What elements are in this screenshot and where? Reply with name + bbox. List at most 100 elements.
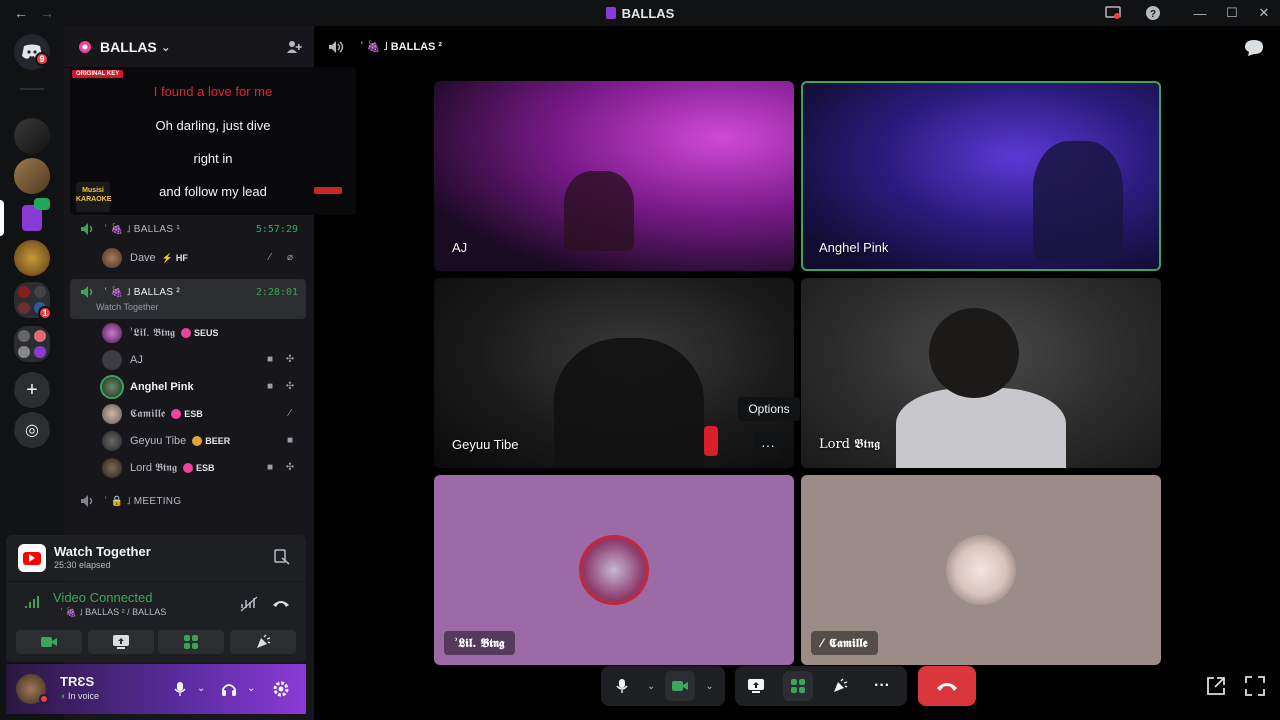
more-options-button[interactable]: ··· <box>867 671 897 701</box>
video-tile[interactable]: AJ <box>434 81 794 271</box>
inbox-icon[interactable] <box>1104 4 1122 22</box>
soundboard-button[interactable] <box>825 671 855 701</box>
server-icon[interactable] <box>14 158 50 194</box>
voice-member[interactable]: Dave ⚡ HF ⁄ ⌀ <box>102 247 302 269</box>
disconnect-icon[interactable] <box>272 598 290 608</box>
avatar-speaking <box>102 377 122 397</box>
member-name: Geyuu Tibe <box>130 435 187 447</box>
share-screen-button[interactable] <box>741 671 771 701</box>
channel-activity: Watch Together <box>96 302 159 312</box>
forward-button[interactable]: → <box>40 5 54 21</box>
subscribe-icon <box>314 187 342 194</box>
voice-member[interactable]: Lord 𝕭𝖙𝖓𝖌 ESB ■ ✣ <box>102 457 302 479</box>
voice-member[interactable]: AJ ■ ✣ <box>102 349 302 371</box>
participant-name: Geyuu Tibe <box>452 437 519 452</box>
explore-button[interactable]: ◎ <box>14 412 50 448</box>
member-name: AJ <box>130 354 143 366</box>
channel-timer: 5:57:29 <box>255 224 298 235</box>
microphone-icon[interactable] <box>174 681 186 697</box>
title-bar: ← → BALLAS ? — ☐ ✕ <box>0 0 1280 26</box>
chevron-down-icon[interactable]: ⌄ <box>647 681 655 692</box>
participant-label: ⁄ 𝕮𝖆𝖒𝖎𝖑𝖑𝖊 <box>811 631 878 655</box>
options-tooltip: Options <box>738 397 800 421</box>
activity-panel[interactable]: Watch Together 25:30 elapsed <box>6 535 306 581</box>
chat-bubble-icon[interactable] <box>1244 39 1264 57</box>
svg-text:?: ? <box>1150 9 1156 20</box>
participant-silhouette <box>896 388 1066 468</box>
fullscreen-icon[interactable] <box>1244 675 1266 697</box>
voice-channel-path[interactable]: ʿ 🍇 ˩ BALLAS ² / BALLAS <box>60 607 166 618</box>
popout-activity-icon[interactable] <box>274 549 290 565</box>
add-server-button[interactable]: + <box>14 372 50 408</box>
lyric-line: Oh darling, just dive <box>155 118 271 133</box>
activity-icon: ✣ <box>285 462 295 473</box>
server-icon[interactable] <box>14 118 50 154</box>
chevron-down-icon[interactable]: ⌄ <box>705 681 713 692</box>
home-badge: 9 <box>35 52 49 66</box>
chevron-down-icon[interactable]: ⌄ <box>247 683 255 694</box>
invite-people-icon[interactable] <box>286 39 302 55</box>
popout-icon[interactable] <box>1205 675 1227 697</box>
chevron-down-icon[interactable]: ⌄ <box>197 683 205 694</box>
guild-name: BALLAS <box>100 38 157 55</box>
voice-member[interactable]: 𝕮𝖆𝖒𝖎𝖑𝖑𝖊 ESB ⁄ <box>102 403 302 425</box>
member-tag: ESB <box>182 463 214 473</box>
camera-button[interactable] <box>665 671 696 701</box>
activity-elapsed: 25:30 elapsed <box>54 560 111 570</box>
window-title-text: BALLAS <box>621 6 675 21</box>
participant-name: Anghel Pink <box>819 240 889 255</box>
voice-member[interactable]: ʾ𝕷𝖎𝖑. 𝕭𝖙𝖓𝖌 SEUS <box>102 322 302 344</box>
participant-name: ʾ𝕷𝖎𝖑. 𝕭𝖙𝖓𝖌 <box>444 631 515 655</box>
share-screen-button[interactable] <box>88 630 154 654</box>
lyric-line-current: I found a love for me <box>153 84 273 99</box>
gear-icon[interactable] <box>272 680 290 698</box>
guild-header[interactable]: BALLAS ⌄ <box>64 26 314 68</box>
avatar-tile[interactable]: ʾ𝕷𝖎𝖑. 𝕭𝖙𝖓𝖌 <box>434 475 794 665</box>
activities-button[interactable] <box>783 671 813 701</box>
soundboard-button[interactable] <box>230 630 296 654</box>
noise-suppression-icon[interactable] <box>240 596 258 612</box>
video-tile[interactable]: Geyuu Tibe <box>434 278 794 468</box>
avatar-tile[interactable]: ⁄ 𝕮𝖆𝖒𝖎𝖑𝖑𝖊 <box>801 475 1161 665</box>
member-name: Lord 𝕭𝖙𝖓𝖌 <box>130 461 177 474</box>
camera-toggle-button[interactable] <box>16 630 82 654</box>
voice-member[interactable]: Anghel Pink ■ ✣ <box>102 376 302 398</box>
channel-name: ʿ 🍇 ˩ BALLAS ¹ <box>104 223 181 235</box>
voice-member[interactable]: Geyuu Tibe BEER ■ <box>102 430 302 452</box>
member-tag: SEUS <box>181 328 219 338</box>
close-button[interactable]: ✕ <box>1248 0 1280 26</box>
server-icon-prestige[interactable] <box>14 240 50 276</box>
mute-button[interactable] <box>607 671 637 701</box>
video-icon: ■ <box>266 354 274 365</box>
member-name: ʾ𝕷𝖎𝖑. 𝕭𝖙𝖓𝖌 <box>130 326 175 339</box>
maximize-button[interactable]: ☐ <box>1216 0 1248 26</box>
headphones-icon[interactable] <box>221 681 237 697</box>
disconnect-button[interactable] <box>918 666 976 706</box>
member-tag: ESB <box>171 409 203 419</box>
voice-connection-panel: Video Connected ʿ 🍇 ˩ BALLAS ² / BALLAS <box>6 582 306 662</box>
video-tile-speaking[interactable]: Anghel Pink <box>801 81 1161 271</box>
activity-title: Watch Together <box>54 544 151 559</box>
mic-muted-icon: ⁄ <box>289 408 291 419</box>
participant-avatar <box>579 535 649 605</box>
voice-channel-active[interactable]: ʿ 🍇 ˩ BALLAS ² 2:28:01 Watch Together <box>70 279 306 319</box>
activities-button[interactable] <box>158 630 224 654</box>
voice-channel[interactable]: ʿ 🔒 ˩ MEETING <box>70 488 306 528</box>
avatar <box>102 458 122 478</box>
phone-hangup-icon <box>937 683 957 691</box>
server-folder[interactable] <box>14 326 50 362</box>
channel-timer: 2:28:01 <box>255 287 298 298</box>
server-badge: 1 <box>38 306 52 320</box>
member-name: Dave <box>130 252 156 264</box>
member-tag: ⚡ HF <box>161 252 188 264</box>
minimize-button[interactable]: — <box>1184 0 1216 26</box>
tile-options-button[interactable]: ··· <box>754 432 782 458</box>
voice-status[interactable]: Video Connected <box>53 590 153 605</box>
video-icon: ■ <box>266 462 274 473</box>
video-tile[interactable]: Lord 𝕭𝖙𝖓𝖌 <box>801 278 1161 468</box>
participant-silhouette <box>554 338 704 468</box>
back-button[interactable]: ← <box>14 5 28 21</box>
help-icon[interactable]: ? <box>1144 4 1162 22</box>
voice-indicator-icon: ◖ <box>60 691 68 701</box>
username[interactable]: TRƐS <box>60 674 94 689</box>
